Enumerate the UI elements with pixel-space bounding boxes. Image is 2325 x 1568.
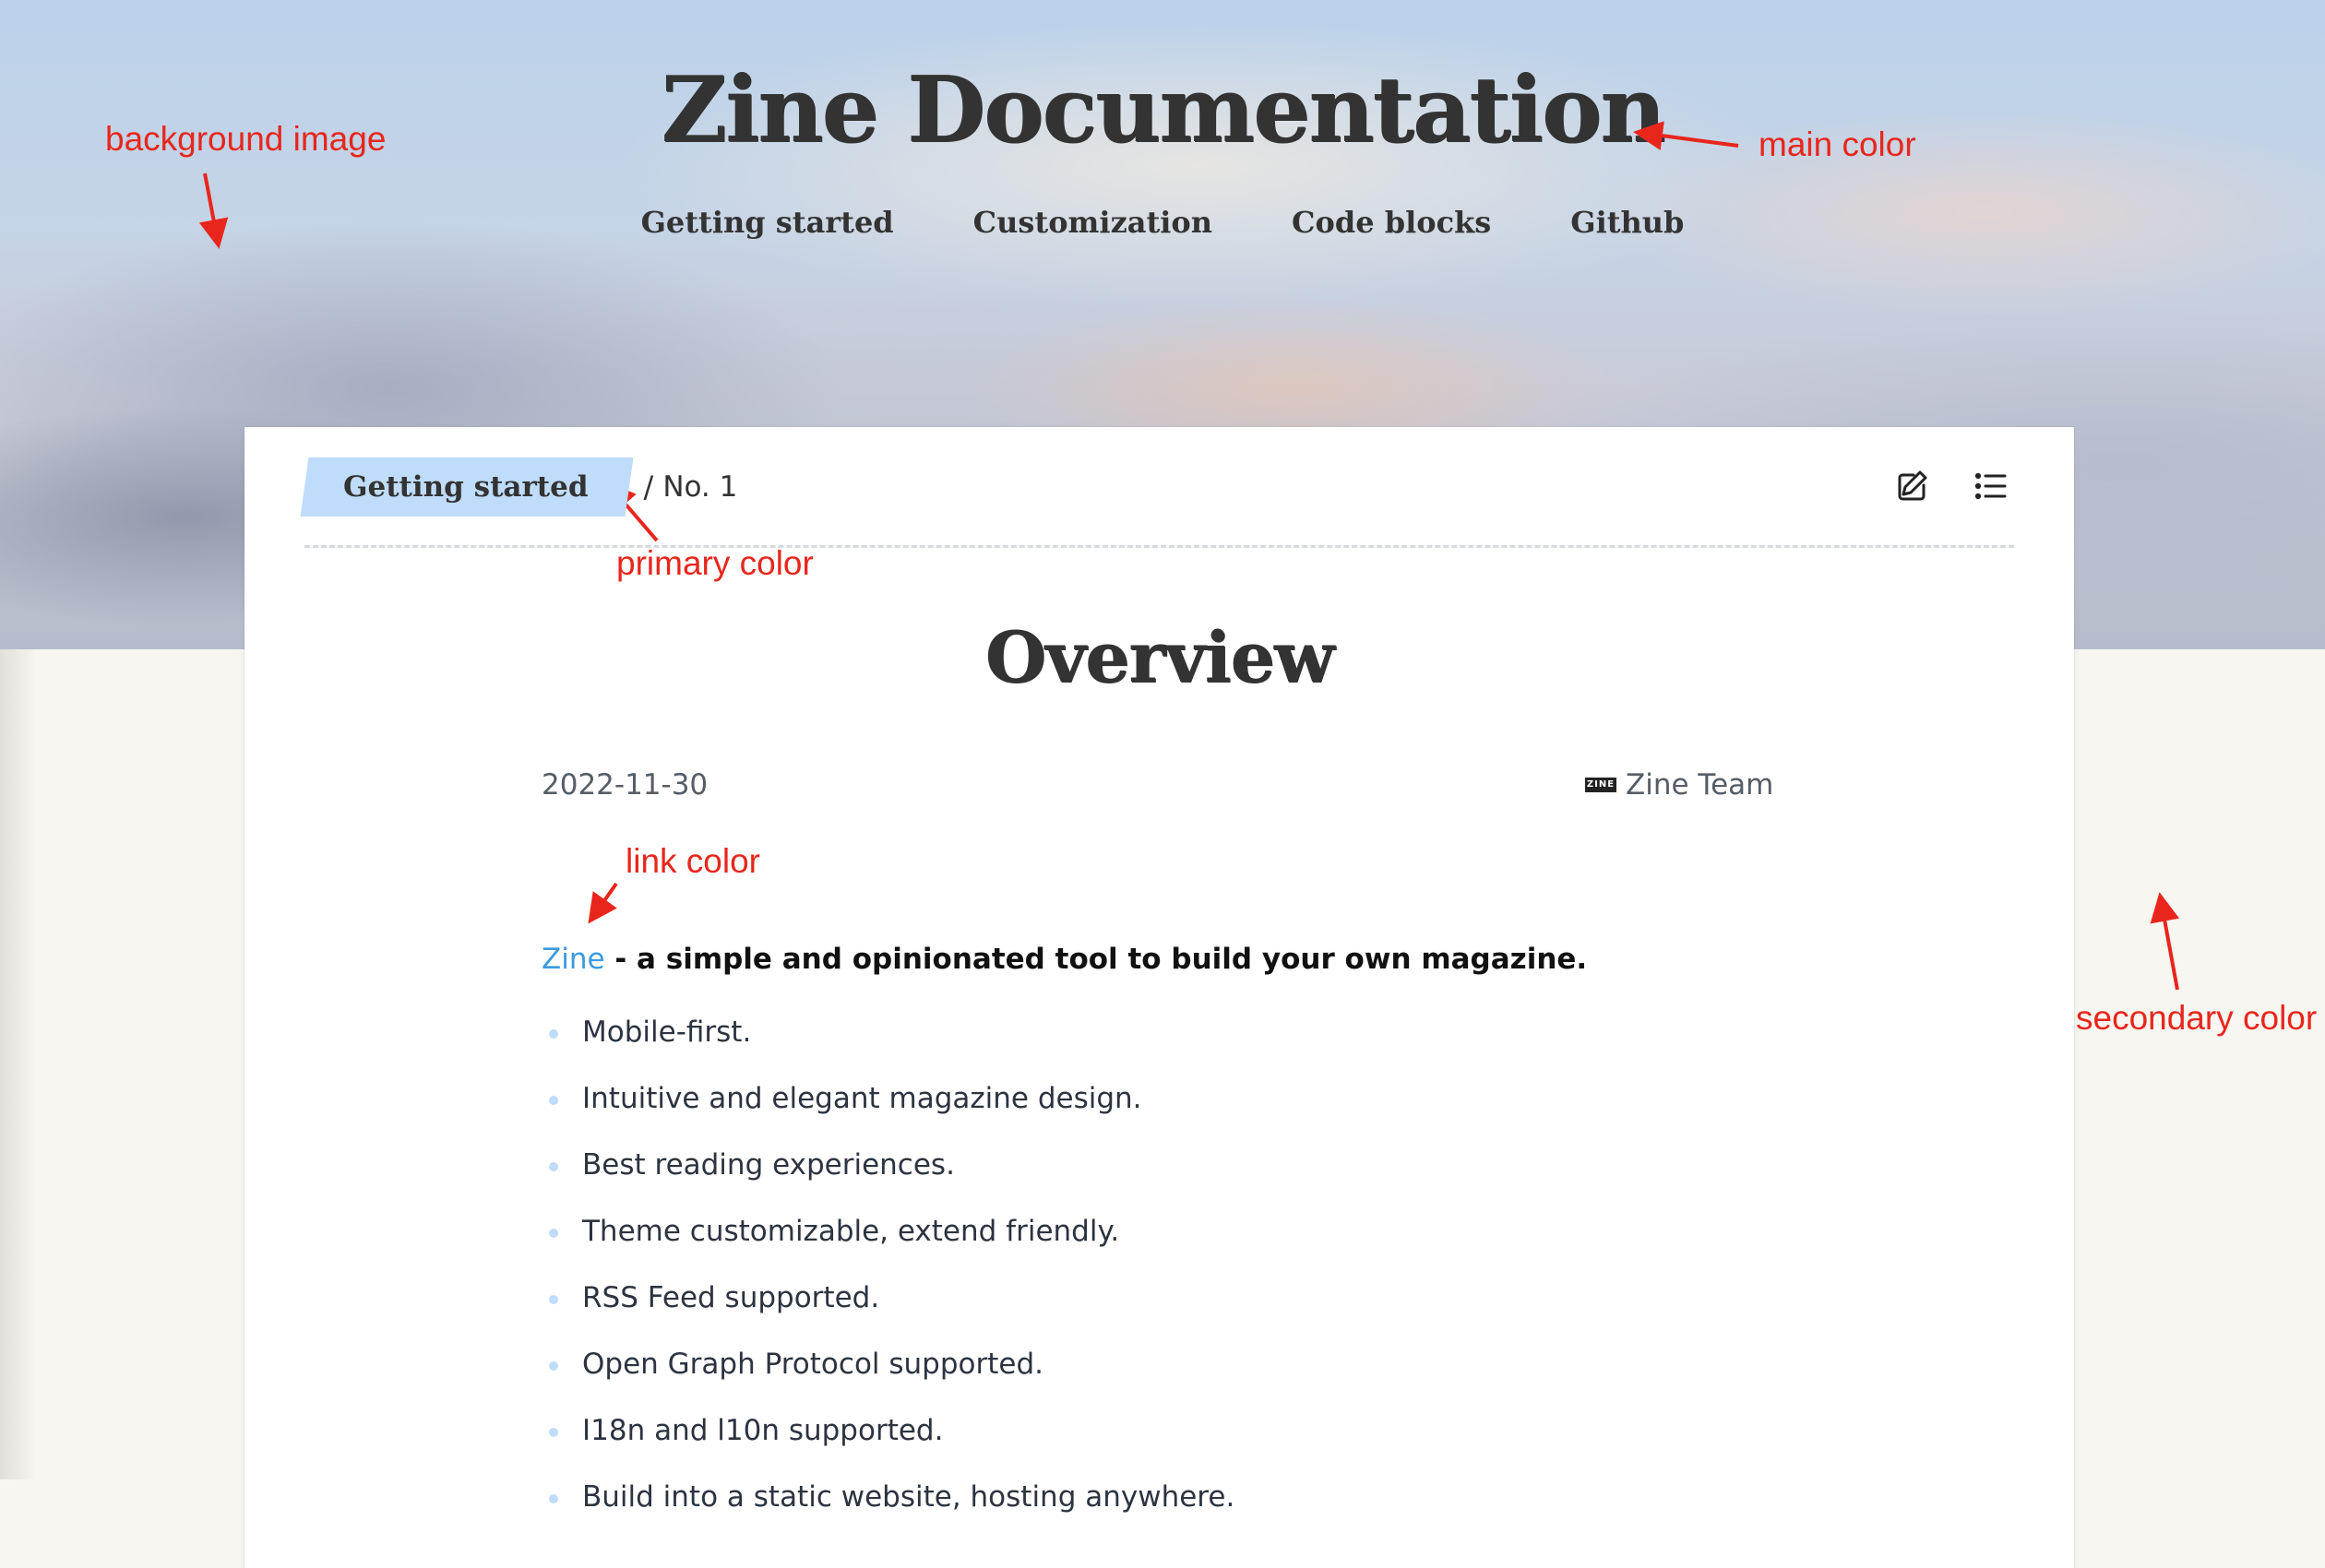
dashed-divider bbox=[304, 545, 2014, 548]
annotation-primary-color: primary color bbox=[616, 544, 814, 582]
nav-github[interactable]: Github bbox=[1570, 205, 1684, 240]
nav-customization[interactable]: Customization bbox=[973, 205, 1212, 240]
list-item: Open Graph Protocol supported. bbox=[542, 1331, 1234, 1397]
list-item: I18n and l10n supported. bbox=[542, 1397, 1234, 1464]
zine-logo-icon: ZINE bbox=[1585, 778, 1616, 792]
annotation-link-color: link color bbox=[626, 842, 760, 880]
edit-icon[interactable] bbox=[1893, 468, 1930, 505]
zine-link[interactable]: Zine bbox=[542, 943, 605, 976]
article-title: Overview bbox=[984, 616, 1335, 698]
list-item: Best reading experiences. bbox=[542, 1132, 1234, 1198]
article-author: ZINE Zine Team bbox=[1585, 768, 1773, 802]
list-item: RSS Feed supported. bbox=[542, 1265, 1234, 1331]
article-card: Getting started / No. 1 Overview 2022-11… bbox=[244, 427, 2074, 1568]
annotation-background-image: background image bbox=[105, 120, 387, 158]
card-actions bbox=[1893, 468, 2009, 505]
author-name: Zine Team bbox=[1626, 768, 1774, 802]
breadcrumb-separator: / bbox=[643, 469, 654, 505]
article-date: 2022-11-30 bbox=[542, 768, 709, 802]
nav-code-blocks[interactable]: Code blocks bbox=[1292, 205, 1491, 240]
breadcrumb-section-tag[interactable]: Getting started bbox=[304, 457, 629, 517]
toc-list-icon[interactable] bbox=[1973, 468, 2009, 505]
list-item: Intuitive and elegant magazine design. bbox=[542, 1065, 1234, 1132]
left-edge-shade bbox=[0, 649, 37, 1479]
list-item: Theme customizable, extend friendly. bbox=[542, 1198, 1234, 1265]
breadcrumb-number: No. 1 bbox=[662, 470, 738, 504]
feature-list: Mobile-first. Intuitive and elegant maga… bbox=[542, 999, 1234, 1530]
lead-text: - a simple and opinionated tool to build… bbox=[604, 943, 1588, 976]
nav-getting-started[interactable]: Getting started bbox=[641, 205, 894, 240]
main-nav: Getting started Customization Code block… bbox=[0, 205, 2325, 240]
breadcrumb: Getting started / No. 1 bbox=[304, 457, 737, 517]
list-item: Build into a static website, hosting any… bbox=[542, 1464, 1234, 1530]
list-item: Mobile-first. bbox=[542, 999, 1234, 1065]
annotation-secondary-color: secondary color bbox=[2076, 999, 2318, 1037]
lead-paragraph: Zine - a simple and opinionated tool to … bbox=[542, 943, 1587, 976]
annotation-main-color: main color bbox=[1759, 125, 1916, 163]
